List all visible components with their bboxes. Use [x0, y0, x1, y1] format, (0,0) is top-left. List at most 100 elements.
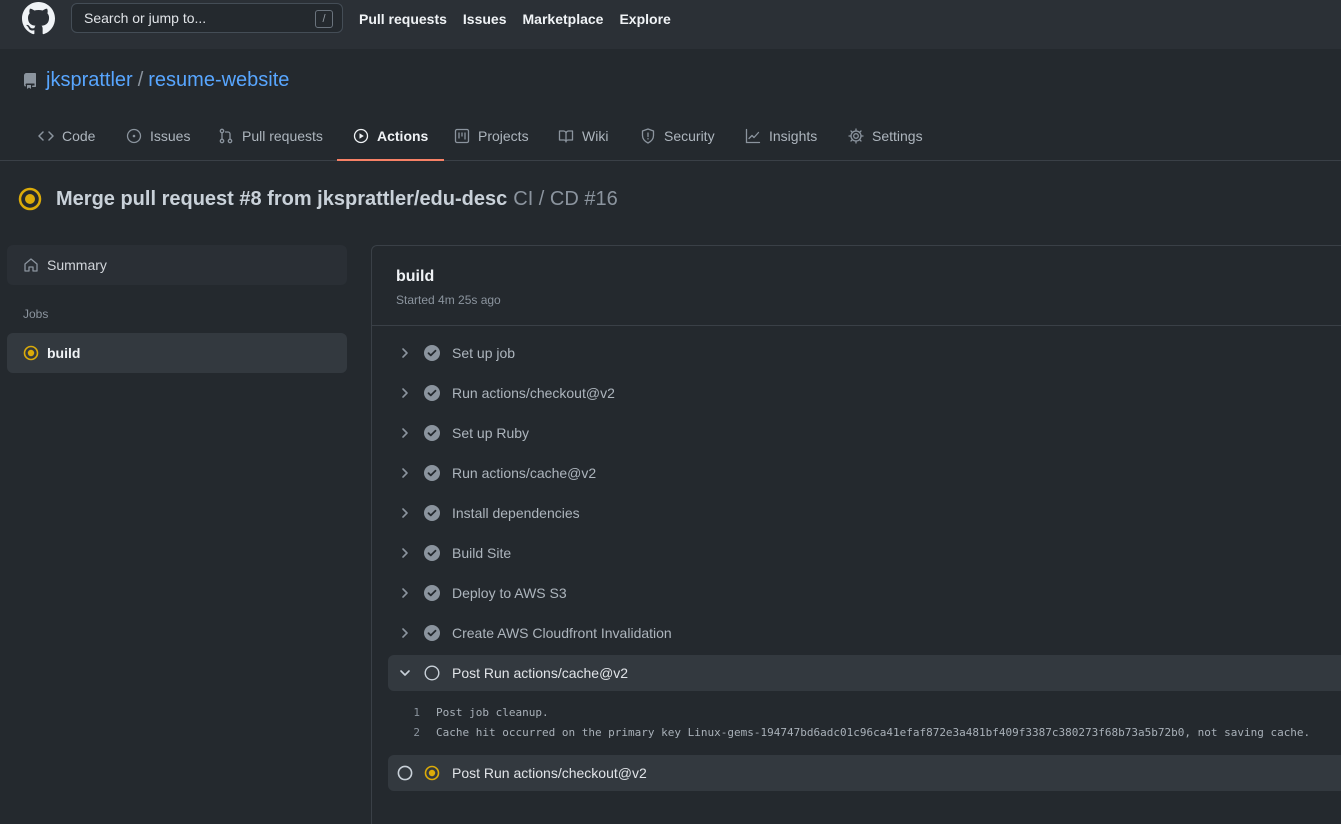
step-row[interactable]: Run actions/cache@v2	[388, 455, 1341, 491]
check-circle-icon	[424, 585, 440, 601]
tab-label: Code	[62, 128, 96, 144]
shield-icon	[641, 128, 655, 144]
spinner-icon	[397, 765, 413, 781]
step-row[interactable]: Run actions/checkout@v2	[388, 375, 1341, 411]
graph-icon	[745, 128, 761, 144]
tab-actions[interactable]: Actions	[337, 112, 445, 161]
tab-pull-requests[interactable]: Pull requests	[202, 112, 339, 160]
step-label: Build Site	[452, 545, 512, 561]
run-commit-message: Merge pull request #8 from jksprattler/e…	[56, 187, 508, 210]
tab-wiki[interactable]: Wiki	[542, 112, 624, 160]
repo-name-link[interactable]: resume-website	[148, 69, 289, 92]
step-row[interactable]: Install dependencies	[388, 495, 1341, 531]
github-logo-icon[interactable]	[22, 2, 55, 35]
job-panel: build Started 4m 25s ago Set up job Run …	[371, 245, 1341, 824]
in-progress-status-icon	[18, 187, 42, 211]
log-line: 1 Post job cleanup.	[388, 702, 549, 722]
step-label: Create AWS Cloudfront Invalidation	[452, 625, 672, 641]
search-placeholder: Search or jump to...	[84, 10, 207, 26]
sidebar-job-build[interactable]: build	[7, 333, 347, 373]
repo-owner-link[interactable]: jksprattler	[46, 69, 133, 92]
tab-code[interactable]: Code	[22, 112, 111, 160]
tab-label: Actions	[377, 127, 429, 144]
tab-security[interactable]: Security	[624, 112, 731, 160]
check-circle-icon	[424, 545, 440, 561]
chevron-right-icon	[402, 388, 408, 398]
in-progress-status-icon	[23, 345, 39, 361]
chevron-right-icon	[402, 628, 408, 638]
log-line-number: 1	[413, 705, 420, 719]
step-label: Post Run actions/checkout@v2	[452, 765, 647, 781]
tab-label: Projects	[478, 128, 529, 144]
log-line-text: Post job cleanup.	[436, 705, 549, 719]
job-header: build Started 4m 25s ago	[372, 246, 1341, 326]
repo-tabs: Code Issues Pull requests Actions Projec…	[0, 112, 1341, 161]
step-row[interactable]: Deploy to AWS S3	[388, 575, 1341, 611]
log-line-text: Cache hit occurred on the primary key Li…	[436, 725, 1311, 739]
check-circle-icon	[424, 465, 440, 481]
step-row[interactable]: Set up job	[388, 335, 1341, 371]
chevron-right-icon	[402, 588, 408, 598]
step-row[interactable]: Build Site	[388, 535, 1341, 571]
tab-label: Issues	[150, 128, 191, 144]
gear-icon	[848, 128, 864, 144]
pending-circle-icon	[424, 665, 440, 681]
chevron-right-icon	[402, 508, 408, 518]
chevron-right-icon	[402, 468, 408, 478]
step-label: Run actions/cache@v2	[452, 465, 597, 481]
tab-settings[interactable]: Settings	[832, 112, 939, 160]
run-title: Merge pull request #8 from jksprattler/e…	[18, 187, 618, 211]
repo-separator: /	[137, 69, 144, 91]
check-circle-icon	[424, 345, 440, 361]
tab-label: Settings	[872, 128, 923, 144]
step-label: Deploy to AWS S3	[452, 585, 567, 601]
step-label: Run actions/checkout@v2	[452, 385, 615, 401]
tab-projects[interactable]: Projects	[438, 112, 545, 160]
tab-label: Pull requests	[242, 128, 323, 144]
step-row[interactable]: Create AWS Cloudfront Invalidation	[388, 615, 1341, 651]
tab-label: Security	[664, 128, 715, 144]
log-line-number: 2	[413, 725, 420, 739]
sidebar-job-label: build	[47, 345, 81, 361]
tab-insights[interactable]: Insights	[729, 112, 833, 160]
check-circle-icon	[424, 625, 440, 641]
check-circle-icon	[424, 425, 440, 441]
sidebar-summary-label: Summary	[47, 257, 107, 273]
job-name: build	[396, 268, 435, 285]
nav-issues[interactable]: Issues	[463, 11, 507, 27]
in-progress-status-icon	[424, 765, 440, 781]
step-label: Install dependencies	[452, 505, 580, 521]
chevron-down-icon	[400, 670, 410, 676]
check-circle-icon	[424, 505, 440, 521]
step-row-running[interactable]: Post Run actions/checkout@v2	[388, 755, 1341, 791]
step-row[interactable]: Set up Ruby	[388, 415, 1341, 451]
global-nav: Pull requests Issues Marketplace Explore	[359, 11, 671, 27]
step-label: Set up Ruby	[452, 425, 530, 441]
sidebar-summary[interactable]: Summary	[7, 245, 347, 285]
sidebar-jobs-heading: Jobs	[23, 307, 49, 321]
step-label: Post Run actions/cache@v2	[452, 665, 629, 681]
search-shortcut-key: /	[315, 10, 333, 28]
nav-pull-requests[interactable]: Pull requests	[359, 11, 447, 27]
search-input[interactable]: Search or jump to... /	[71, 3, 343, 33]
step-row-expanded[interactable]: Post Run actions/cache@v2	[388, 655, 1341, 691]
repo-title: jksprattler / resume-website	[22, 69, 289, 92]
nav-explore[interactable]: Explore	[619, 11, 670, 27]
tab-label: Insights	[769, 128, 818, 144]
nav-marketplace[interactable]: Marketplace	[523, 11, 604, 27]
issue-icon	[126, 128, 142, 144]
chevron-right-icon	[402, 428, 408, 438]
check-circle-icon	[424, 385, 440, 401]
tab-label: Wiki	[582, 128, 609, 144]
chevron-right-icon	[402, 548, 408, 558]
run-workflow-name[interactable]: CI / CD #16	[513, 188, 617, 211]
log-line: 2 Cache hit occurred on the primary key …	[388, 722, 1310, 742]
step-label: Set up job	[452, 345, 516, 361]
project-icon	[454, 128, 470, 144]
tab-issues[interactable]: Issues	[110, 112, 206, 160]
play-icon	[353, 128, 369, 143]
pull-request-icon	[219, 128, 233, 144]
job-started-time: Started 4m 25s ago	[396, 293, 501, 307]
home-icon	[24, 258, 38, 272]
repo-icon	[23, 72, 36, 89]
